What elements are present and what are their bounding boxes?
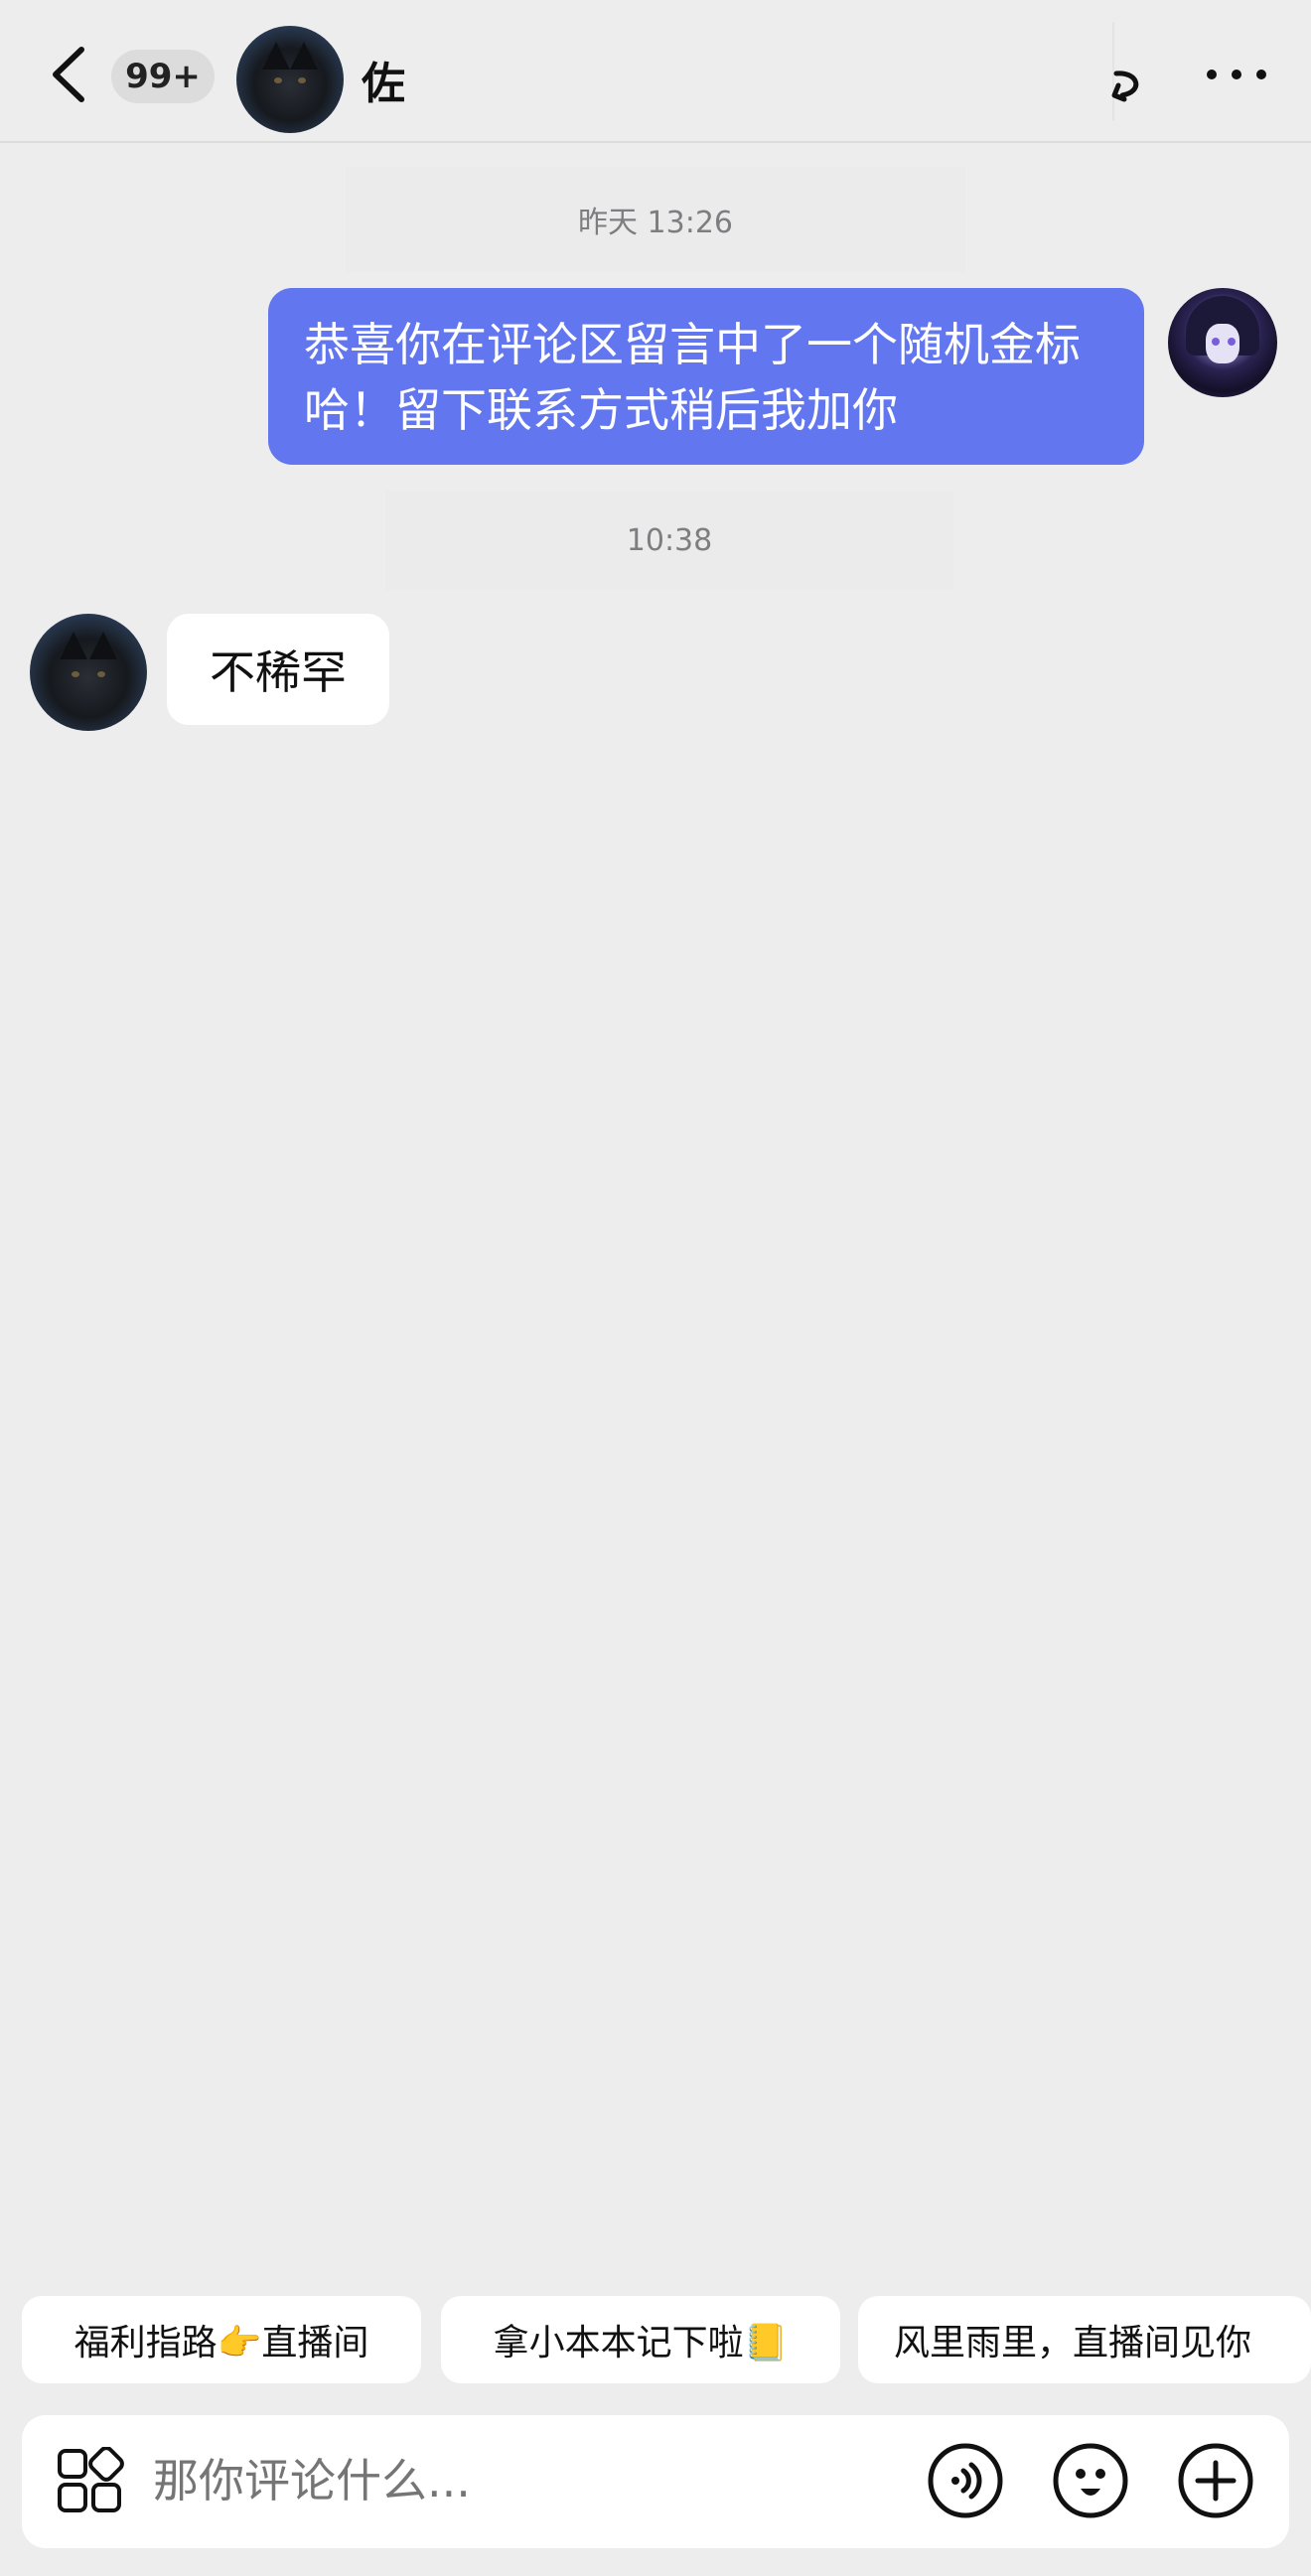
contact-message-avatar[interactable] (30, 614, 147, 731)
avatar-eye-right (97, 671, 105, 677)
avatar-eye-right (1228, 338, 1236, 346)
quick-reply-chip[interactable]: 拿小本本记下啦📒 (441, 2296, 840, 2383)
avatar-ear-right (290, 42, 318, 70)
chat-header: 99+ 佐 (0, 0, 1311, 143)
avatar-eye-left (274, 77, 282, 83)
apps-grid-icon[interactable] (56, 2447, 125, 2516)
contact-avatar[interactable] (236, 26, 344, 133)
avatar-ear-right (89, 632, 117, 659)
self-avatar[interactable] (1168, 288, 1277, 397)
avatar-eye-left (72, 671, 79, 677)
plus-icon[interactable] (1176, 2441, 1255, 2520)
share-icon[interactable] (1108, 66, 1148, 105)
quick-reply-chip[interactable]: 福利指路👉直播间 (22, 2296, 421, 2383)
outgoing-message-bubble[interactable]: 恭喜你在评论区留言中了一个随机金标哈！留下联系方式稍后我加你 (268, 288, 1144, 465)
back-icon[interactable] (40, 40, 99, 109)
more-icon[interactable] (1202, 60, 1271, 89)
message-input[interactable] (153, 2451, 789, 2510)
contact-name[interactable]: 佐 (362, 48, 405, 111)
timestamp: 10:38 (385, 491, 953, 590)
incoming-message-bubble[interactable]: 不稀罕 (167, 614, 389, 725)
message-input-bar (22, 2415, 1289, 2548)
quick-reply-chip[interactable]: 风里雨里，直播间见你 (858, 2296, 1311, 2383)
unread-badge[interactable]: 99+ (111, 50, 215, 103)
avatar-ear-left (60, 632, 87, 659)
avatar-eye-left (1212, 338, 1220, 346)
emoji-icon[interactable] (1051, 2441, 1130, 2520)
voice-icon[interactable] (926, 2441, 1005, 2520)
avatar-eye-right (298, 77, 306, 83)
timestamp: 昨天 13:26 (346, 167, 965, 272)
avatar-ear-left (262, 42, 290, 70)
